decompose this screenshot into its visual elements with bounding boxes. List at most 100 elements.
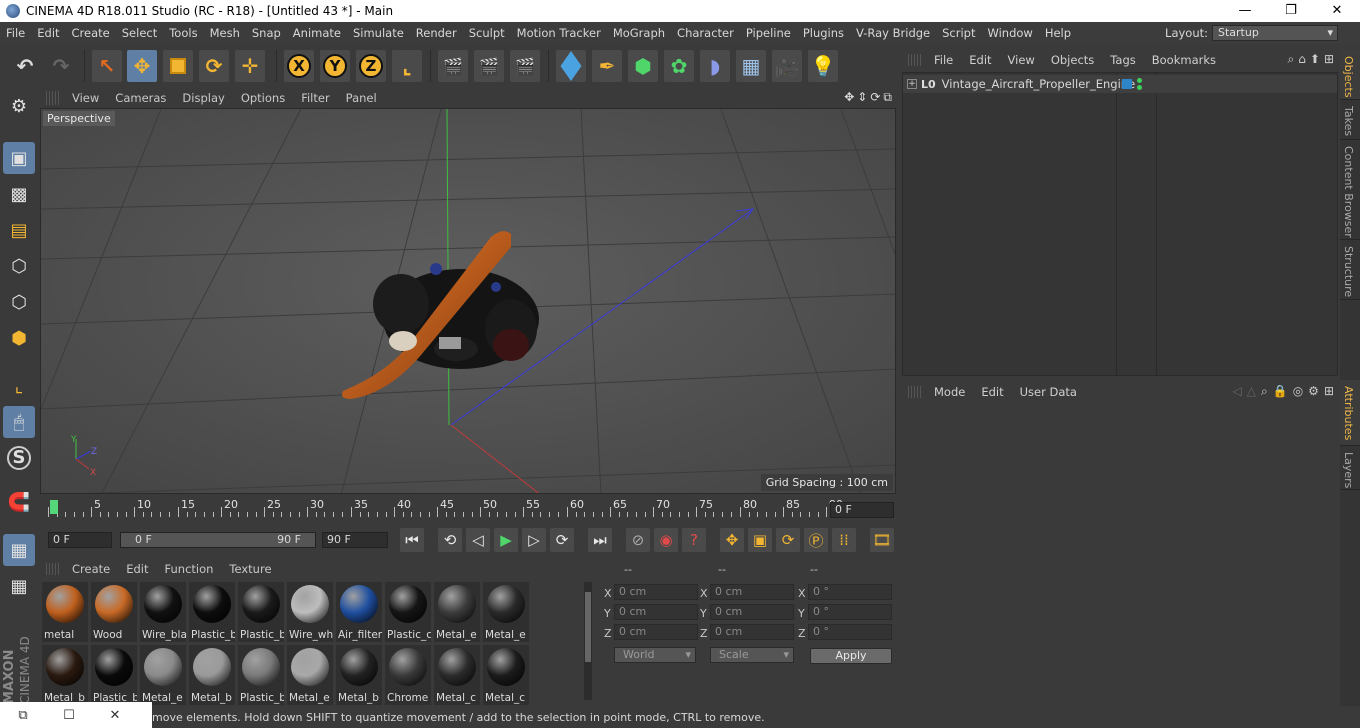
- keyframe-selection-button[interactable]: ?: [682, 528, 706, 552]
- position-z-field[interactable]: 0 cm: [614, 624, 698, 640]
- material-menu-texture[interactable]: Texture: [221, 562, 279, 576]
- go-to-end-button[interactable]: ⏭: [588, 528, 612, 552]
- coordinate-mode-select[interactable]: World: [614, 647, 696, 663]
- material-swatch[interactable]: Metal_b: [189, 645, 235, 705]
- material-swatch[interactable]: Metal_c: [434, 645, 480, 705]
- coordinate-system-button[interactable]: ⌞: [392, 50, 422, 82]
- menu-file[interactable]: File: [0, 22, 31, 44]
- x-axis-lock-button[interactable]: X: [284, 50, 314, 82]
- target-icon[interactable]: ◎: [1293, 384, 1303, 399]
- material-swatch[interactable]: Wood: [91, 582, 137, 642]
- key-position-button[interactable]: ✥: [720, 528, 744, 552]
- viewport-menu-panel[interactable]: Panel: [338, 91, 385, 105]
- enable-axis-icon[interactable]: ⌞: [3, 370, 35, 402]
- menu-create[interactable]: Create: [66, 22, 116, 44]
- menu-character[interactable]: Character: [671, 22, 740, 44]
- maximize-button[interactable]: ❐: [1268, 0, 1314, 22]
- search-icon[interactable]: ⌕: [1288, 52, 1295, 67]
- go-to-start-button[interactable]: ⏮: [400, 528, 424, 552]
- objects-menu-file[interactable]: File: [926, 53, 961, 67]
- material-swatch[interactable]: Metal_b: [336, 645, 382, 705]
- light-button[interactable]: 💡: [808, 50, 838, 82]
- cube-object-button[interactable]: [556, 50, 586, 82]
- new-panel-icon[interactable]: ⊞: [1324, 52, 1334, 67]
- current-frame-field[interactable]: 0 F: [830, 502, 894, 518]
- material-swatch[interactable]: Wire_bla: [140, 582, 186, 642]
- layer-color-icon[interactable]: [1122, 79, 1132, 89]
- previous-frame-button[interactable]: ◁: [466, 528, 490, 552]
- tab-attributes[interactable]: Attributes: [1340, 380, 1360, 446]
- camera-button[interactable]: 🎥: [772, 50, 802, 82]
- viewport-menu-filter[interactable]: Filter: [293, 91, 337, 105]
- minimize-button[interactable]: —: [1222, 0, 1268, 22]
- menu-simulate[interactable]: Simulate: [347, 22, 410, 44]
- tab-structure[interactable]: Structure: [1340, 240, 1360, 300]
- material-swatch[interactable]: Air_filter: [336, 582, 382, 642]
- material-menu-function[interactable]: Function: [157, 562, 222, 576]
- menu-motion-tracker[interactable]: Motion Tracker: [511, 22, 607, 44]
- rotate-tool-button[interactable]: ⟳: [199, 50, 229, 82]
- make-editable-icon[interactable]: ⚙: [3, 90, 35, 122]
- attributes-menu-edit[interactable]: Edit: [973, 385, 1011, 399]
- restore-window-icon[interactable]: ⧉: [0, 708, 46, 723]
- key-rotation-button[interactable]: ⟳: [776, 528, 800, 552]
- material-swatch[interactable]: Metal_e: [483, 582, 529, 642]
- lock-workplane-icon[interactable]: ▦: [3, 534, 35, 566]
- texture-mode-icon[interactable]: ▩: [3, 178, 35, 210]
- search-icon[interactable]: ⌕: [1261, 384, 1268, 399]
- transform-tool-button[interactable]: ✛: [235, 50, 265, 82]
- viewport-menu-display[interactable]: Display: [174, 91, 232, 105]
- position-y-field[interactable]: 0 cm: [614, 604, 698, 620]
- next-key-button[interactable]: ⟳: [550, 528, 574, 552]
- redo-button[interactable]: ↷: [46, 50, 76, 82]
- deformer-button[interactable]: ◗: [700, 50, 730, 82]
- material-menu-edit[interactable]: Edit: [118, 562, 156, 576]
- size-z-field[interactable]: 0 cm: [710, 624, 794, 640]
- menu-sculpt[interactable]: Sculpt: [463, 22, 511, 44]
- expand-toggle-icon[interactable]: +: [907, 79, 917, 89]
- material-swatch[interactable]: Metal_e: [287, 645, 333, 705]
- live-selection-button[interactable]: ↖: [92, 50, 122, 82]
- menu-script[interactable]: Script: [936, 22, 981, 44]
- coordinate-type-select[interactable]: Scale: [710, 647, 794, 663]
- key-point-level-button[interactable]: ⁞⁞: [832, 528, 856, 552]
- render-picture-viewer-button[interactable]: 🎬: [474, 50, 504, 82]
- workplane-mode-icon[interactable]: ▤: [3, 214, 35, 246]
- play-button[interactable]: ▶: [494, 528, 518, 552]
- viewport-menu-cameras[interactable]: Cameras: [107, 91, 174, 105]
- close-button[interactable]: ✕: [1314, 0, 1360, 22]
- size-x-field[interactable]: 0 cm: [710, 584, 794, 600]
- objects-menu-objects[interactable]: Objects: [1043, 53, 1102, 67]
- key-parameter-button[interactable]: Ⓟ: [804, 528, 828, 552]
- size-y-field[interactable]: 0 cm: [710, 604, 794, 620]
- editor-visibility-icon[interactable]: [1137, 78, 1142, 83]
- floor-scene-button[interactable]: ▦: [736, 50, 766, 82]
- material-swatch[interactable]: Plastic_b: [91, 645, 137, 705]
- rotate-view-icon[interactable]: ⟳: [870, 90, 880, 105]
- material-swatch[interactable]: Chrome: [385, 645, 431, 705]
- up-arrow-icon[interactable]: △: [1247, 384, 1256, 399]
- tab-objects[interactable]: Objects: [1340, 50, 1360, 100]
- material-scrollbar[interactable]: [584, 582, 592, 700]
- tweak-mode-icon[interactable]: 🖱: [3, 406, 35, 438]
- timeline-window-button[interactable]: 🎞: [870, 528, 894, 552]
- timeline-ruler[interactable]: 051015202530354045505560657075808590 0 F: [40, 496, 896, 524]
- layout-select[interactable]: Startup: [1212, 25, 1338, 41]
- object-name[interactable]: Vintage_Aircraft_Propeller_Engine: [942, 77, 1136, 91]
- home-icon[interactable]: ⌂: [1298, 52, 1306, 67]
- objects-menu-view[interactable]: View: [1000, 53, 1043, 67]
- model-mode-icon[interactable]: ▣: [3, 142, 35, 174]
- polygons-mode-icon[interactable]: ⬢: [3, 322, 35, 354]
- subdivision-surface-button[interactable]: ⬢: [628, 50, 658, 82]
- pan-view-icon[interactable]: ✥: [844, 90, 854, 105]
- next-frame-button[interactable]: ▷: [522, 528, 546, 552]
- playhead-marker[interactable]: [50, 500, 58, 514]
- menu-pipeline[interactable]: Pipeline: [740, 22, 797, 44]
- magnet-icon[interactable]: 🧲: [3, 486, 35, 518]
- rotation-h-field[interactable]: 0 °: [808, 584, 892, 600]
- end-frame-field[interactable]: 90 F: [322, 532, 388, 548]
- tab-layers[interactable]: Layers: [1340, 446, 1360, 490]
- autokey-button[interactable]: ◉: [654, 528, 678, 552]
- back-arrow-icon[interactable]: ◁: [1233, 384, 1242, 399]
- material-swatch[interactable]: Plastic_c: [385, 582, 431, 642]
